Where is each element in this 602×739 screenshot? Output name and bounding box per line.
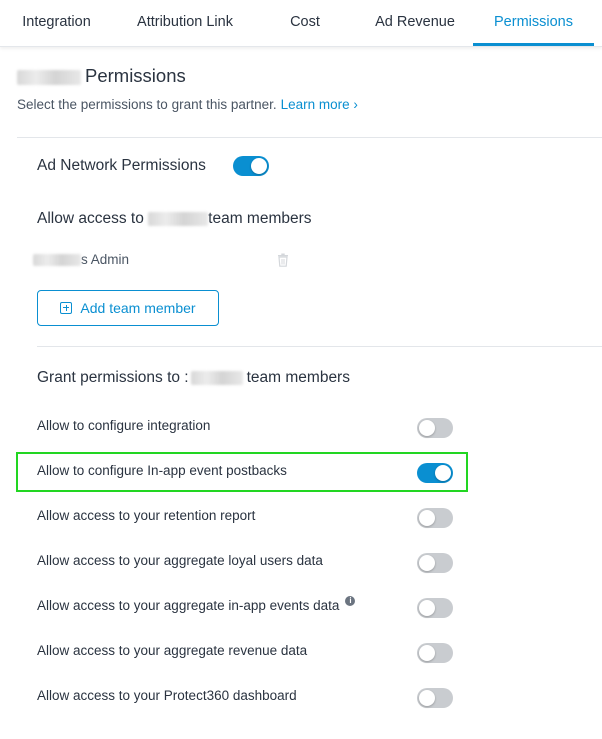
permission-label: Allow access to your retention report	[37, 508, 256, 523]
permission-row: Allow to configure In-app event postback…	[0, 457, 602, 487]
team-access-title-suffix: team members	[208, 210, 312, 227]
learn-more-link[interactable]: Learn more ›	[281, 97, 358, 112]
add-icon	[60, 302, 73, 314]
retention-report-toggle[interactable]	[417, 508, 453, 528]
grant-title-suffix: team members	[246, 369, 350, 386]
permission-label: Allow access to your aggregate in-app ev…	[37, 596, 356, 613]
permission-label: Allow access to your aggregate loyal use…	[37, 553, 323, 568]
revenue-data-toggle[interactable]	[417, 643, 453, 663]
permission-row: Allow access to your aggregate revenue d…	[0, 637, 602, 667]
ad-network-permissions-label: Ad Network Permissions	[37, 157, 206, 174]
toggle-knob	[419, 510, 435, 526]
permission-label: Allow to configure In-app event postback…	[37, 463, 287, 478]
toggle-knob	[419, 645, 435, 661]
permission-label: Allow to configure integration	[37, 418, 211, 433]
configure-integration-toggle[interactable]	[417, 418, 453, 438]
ad-network-permissions-toggle[interactable]	[233, 156, 269, 176]
add-team-member-label: Add team member	[80, 300, 196, 316]
subtitle-text: Select the permissions to grant this par…	[17, 97, 277, 112]
permission-row: Allow access to your aggregate loyal use…	[0, 547, 602, 577]
team-member-item: s Admin	[33, 252, 130, 267]
toggle-knob	[435, 465, 451, 481]
tab-bar: Integration Attribution Link Cost Ad Rev…	[0, 0, 602, 47]
in-app-events-toggle[interactable]	[417, 598, 453, 618]
permission-row: Allow access to your aggregate in-app ev…	[0, 592, 602, 622]
permission-label: Allow access to your aggregate revenue d…	[37, 643, 308, 658]
tab-cost[interactable]: Cost	[270, 0, 340, 46]
loyal-users-toggle[interactable]	[417, 553, 453, 573]
toggle-knob	[251, 158, 267, 174]
tab-attribution-link[interactable]: Attribution Link	[122, 0, 248, 46]
grant-title-prefix: Grant permissions to :	[37, 369, 189, 386]
page-title: Permissions	[17, 65, 186, 87]
protect360-toggle[interactable]	[417, 688, 453, 708]
permission-row: Allow access to your retention report	[0, 502, 602, 532]
team-access-title-prefix: Allow access to	[37, 210, 144, 227]
tab-permissions[interactable]: Permissions	[473, 0, 594, 46]
permission-row: Allow to configure integration	[0, 412, 602, 442]
trash-icon[interactable]	[277, 253, 289, 267]
page-title-text: Permissions	[85, 65, 186, 86]
redacted-team-name	[148, 211, 209, 226]
toggle-knob	[419, 420, 435, 436]
page-subtitle: Select the permissions to grant this par…	[17, 97, 358, 112]
configure-postbacks-toggle[interactable]	[417, 463, 453, 483]
grant-permissions-title: Grant permissions to : team members	[37, 369, 350, 387]
toggle-knob	[419, 690, 435, 706]
divider	[37, 346, 602, 347]
tab-integration[interactable]: Integration	[8, 0, 105, 46]
permission-label-text: Allow access to your aggregate in-app ev…	[37, 598, 340, 613]
redacted-member-name	[33, 254, 81, 267]
add-team-member-button[interactable]: Add team member	[37, 290, 219, 326]
permission-row: Allow access to your Protect360 dashboar…	[0, 682, 602, 712]
toggle-knob	[419, 600, 435, 616]
redacted-team-name	[190, 370, 243, 385]
team-access-title: Allow access to team members	[37, 210, 312, 228]
tab-ad-revenue[interactable]: Ad Revenue	[364, 0, 466, 46]
permission-label: Allow access to your Protect360 dashboar…	[37, 688, 297, 703]
toggle-knob	[419, 555, 435, 571]
info-icon[interactable]: i	[345, 596, 356, 606]
team-member-label: s Admin	[81, 252, 130, 267]
redacted-partner-name	[17, 69, 81, 85]
divider	[17, 137, 602, 138]
